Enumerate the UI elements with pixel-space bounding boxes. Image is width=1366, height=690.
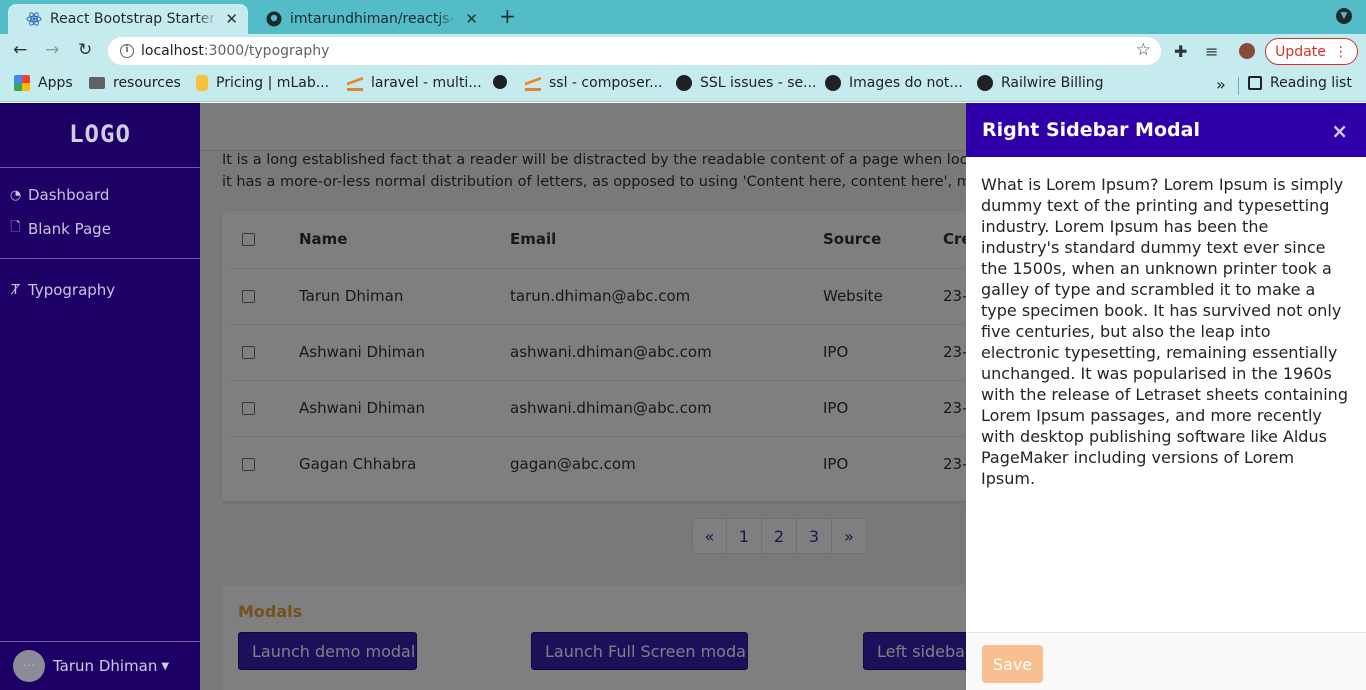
sidebar-item-label: Dashboard [28, 186, 110, 204]
back-icon[interactable]: ← [13, 40, 27, 60]
bookmark-ssl-issues[interactable]: SSL issues - se... [676, 75, 817, 91]
url-host: localhost [141, 43, 204, 59]
file-icon: 🗋 [10, 220, 21, 235]
browser-toolbar: ← → ↻ i localhost:3000/typography ☆ ✚ ≡ [0, 34, 1366, 69]
mlab-icon [196, 75, 208, 91]
bookmark-laravel[interactable]: laravel - multi... [347, 75, 482, 91]
more-bookmarks-icon[interactable]: » [1216, 75, 1226, 94]
bookmark-label: resources [113, 75, 181, 91]
close-icon[interactable]: × [1331, 121, 1348, 141]
bookmark-label: Apps [38, 75, 73, 91]
react-icon [26, 12, 42, 26]
github-icon [676, 75, 692, 91]
bookmark-label: SSL issues - se... [700, 75, 817, 91]
bookmark-label: Pricing | mLab... [216, 75, 330, 91]
bookmark-images[interactable]: Images do not... [825, 75, 963, 91]
sidebar: LOGO ◔ Dashboard 🗋 Blank Page Ⱦ Typograp… [0, 103, 200, 690]
browser-tab-strip: React Bootstrap Starter A ✕ imtarundhima… [0, 0, 1366, 34]
close-tab-icon[interactable]: ✕ [225, 10, 238, 28]
github-icon [266, 11, 282, 27]
save-button[interactable]: Save [982, 645, 1043, 683]
bookmarks-divider [1238, 77, 1239, 95]
bookmark-ssl-composer[interactable]: ssl - composer... [525, 75, 663, 91]
sidebar-item-label: Typography [28, 281, 116, 299]
update-label: Update [1275, 43, 1326, 60]
apps-grid-icon [14, 75, 30, 91]
tab-search-icon[interactable]: ▼ [1336, 8, 1352, 24]
modal-title: Right Sidebar Modal [982, 119, 1200, 141]
reading-list-label: Reading list [1270, 75, 1352, 91]
bookmark-label: Images do not... [849, 75, 963, 91]
site-info-icon[interactable]: i [120, 44, 134, 58]
browser-tab[interactable]: imtarundhiman/reactjs-b ✕ [248, 4, 488, 34]
bookmark-apps[interactable]: Apps [14, 75, 73, 91]
github-icon [825, 75, 841, 91]
stackoverflow-icon [347, 75, 363, 91]
user-name: Tarun Dhiman [53, 657, 158, 675]
tab-title: React Bootstrap Starter A [50, 11, 218, 27]
bookmark-mlab[interactable]: Pricing | mLab... [196, 75, 329, 91]
stackoverflow-icon [525, 75, 541, 91]
bookmark-label: laravel - multi... [371, 75, 482, 91]
globe-icon [977, 75, 993, 91]
bookmark-railwire[interactable]: Railwire Billing [977, 75, 1104, 91]
sidebar-divider [0, 258, 200, 259]
app-root: LOGO ◔ Dashboard 🗋 Blank Page Ⱦ Typograp… [0, 103, 1366, 690]
extensions-icon[interactable]: ✚ [1174, 42, 1187, 61]
text-icon: Ⱦ [11, 282, 20, 298]
sidebar-item-label: Blank Page [28, 220, 111, 238]
sidebar-item-typography[interactable]: Ⱦ Typography [0, 273, 200, 307]
reading-list-button[interactable]: Reading list [1248, 75, 1352, 91]
more-icon: ⋮ [1333, 43, 1348, 60]
close-tab-icon[interactable]: ✕ [465, 10, 478, 28]
caret-down-icon: ▼ [161, 660, 170, 672]
reading-list-icon [1248, 76, 1262, 90]
bookmark-label: ssl - composer... [549, 75, 663, 91]
bookmarks-bar: Apps resources Pricing | mLab... laravel… [0, 69, 1366, 102]
browser-tab-active[interactable]: React Bootstrap Starter A ✕ [8, 4, 248, 34]
right-sidebar-modal: Right Sidebar Modal × What is Lorem Ipsu… [966, 103, 1366, 690]
reload-icon[interactable]: ↻ [78, 40, 92, 60]
user-avatar: ⋯ [13, 650, 45, 682]
profile-avatar[interactable] [1237, 41, 1257, 61]
update-button[interactable]: Update ⋮ [1265, 38, 1358, 65]
dashboard-icon: ◔ [9, 187, 22, 203]
url-path: :3000/typography [203, 43, 330, 59]
forward-icon[interactable]: → [45, 40, 59, 60]
new-tab-icon[interactable]: + [499, 4, 516, 28]
folder-icon [89, 77, 105, 89]
bookmark-resources[interactable]: resources [89, 75, 181, 91]
modal-body-text: What is Lorem Ipsum? Lorem Ipsum is simp… [981, 175, 1348, 488]
bookmark-star-icon[interactable]: ☆ [1136, 40, 1151, 60]
sidebar-item-dashboard[interactable]: ◔ Dashboard [0, 178, 200, 212]
sidebar-item-blank-page[interactable]: 🗋 Blank Page [0, 212, 200, 246]
logo: LOGO [0, 103, 200, 168]
bookmark-globe[interactable] [493, 75, 515, 89]
modal-footer: Save [966, 632, 1366, 690]
globe-icon [493, 75, 507, 89]
sidebar-user-menu[interactable]: ⋯ Tarun Dhiman ▼ [0, 641, 200, 690]
address-bar[interactable]: i localhost:3000/typography ☆ [108, 37, 1161, 65]
modal-header: Right Sidebar Modal [966, 103, 1366, 157]
bookmark-label: Railwire Billing [1001, 75, 1104, 91]
media-control-icon[interactable]: ≡ [1205, 42, 1218, 61]
tab-title: imtarundhiman/reactjs-b [290, 11, 458, 27]
